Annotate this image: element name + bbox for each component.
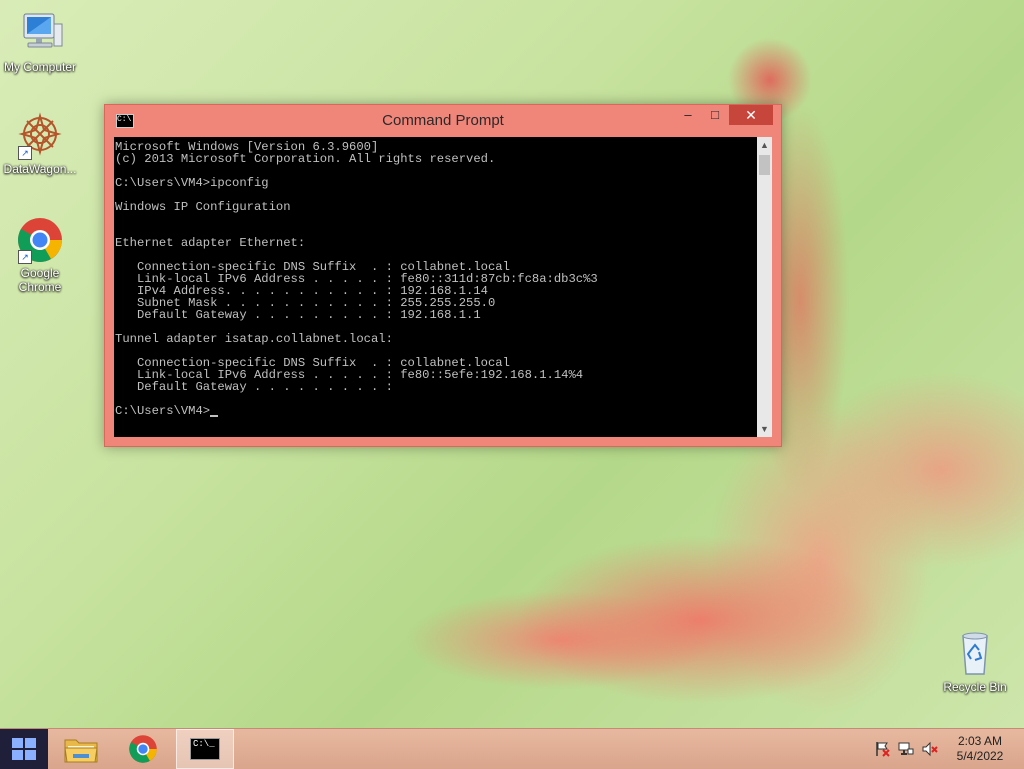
scrollbar-thumb[interactable]	[759, 155, 770, 175]
console-text: Microsoft Windows [Version 6.3.9600] (c)…	[115, 140, 598, 418]
scroll-up-icon[interactable]: ▲	[757, 137, 772, 153]
taskbar-file-explorer[interactable]	[52, 729, 110, 769]
chrome-icon	[129, 735, 157, 763]
desktop-icon-label-line2: Chrome	[18, 280, 62, 294]
text-cursor	[210, 405, 219, 417]
start-button[interactable]	[0, 729, 48, 769]
command-prompt-window[interactable]: C:\ Command Prompt – □ ✕ Microsoft Windo…	[104, 104, 782, 447]
network-icon[interactable]	[898, 741, 914, 757]
console-output[interactable]: Microsoft Windows [Version 6.3.9600] (c)…	[114, 137, 757, 437]
desktop-icon-google-chrome[interactable]: ↗ Google Chrome	[0, 216, 80, 294]
flag-icon[interactable]	[874, 741, 890, 757]
desktop-icon-datawagon[interactable]: ↗ DataWagon...	[0, 112, 80, 176]
desktop-icon-my-computer[interactable]: My Computer	[0, 10, 80, 74]
folder-icon	[64, 739, 98, 763]
desktop-icon-label: My Computer	[3, 60, 77, 74]
desktop-icon-recycle-bin[interactable]: Recycle Bin	[935, 630, 1015, 694]
minimize-button[interactable]: –	[675, 105, 701, 125]
desktop-icon-label: DataWagon...	[3, 162, 77, 176]
clock-date: 5/4/2022	[956, 749, 1004, 763]
windows-logo-icon	[12, 738, 36, 760]
taskbar-command-prompt[interactable]: C:\_	[176, 729, 234, 769]
shortcut-arrow-icon: ↗	[18, 146, 32, 160]
desktop-icon-label: Recycle Bin	[943, 680, 1007, 694]
cmd-icon: C:\_	[190, 738, 220, 760]
vertical-scrollbar[interactable]: ▲ ▼	[757, 137, 772, 437]
desktop-icon-label-line1: Google	[20, 266, 60, 280]
computer-icon	[16, 10, 64, 58]
maximize-button[interactable]: □	[702, 105, 728, 125]
scroll-down-icon[interactable]: ▼	[757, 421, 772, 437]
shortcut-arrow-icon: ↗	[18, 250, 32, 264]
datawagon-icon: ↗	[16, 112, 64, 160]
system-clock[interactable]: 2:03 AM 5/4/2022	[946, 734, 1014, 764]
close-button[interactable]: ✕	[729, 105, 773, 125]
chrome-icon: ↗	[16, 216, 64, 264]
taskbar-google-chrome[interactable]	[114, 729, 172, 769]
taskbar: C:\_ 2:03 AM 5/4/2022	[0, 728, 1024, 769]
recycle-bin-icon	[951, 630, 999, 678]
clock-time: 2:03 AM	[957, 734, 1003, 748]
volume-muted-icon[interactable]	[922, 741, 938, 757]
title-bar[interactable]: C:\ Command Prompt – □ ✕	[105, 105, 781, 135]
